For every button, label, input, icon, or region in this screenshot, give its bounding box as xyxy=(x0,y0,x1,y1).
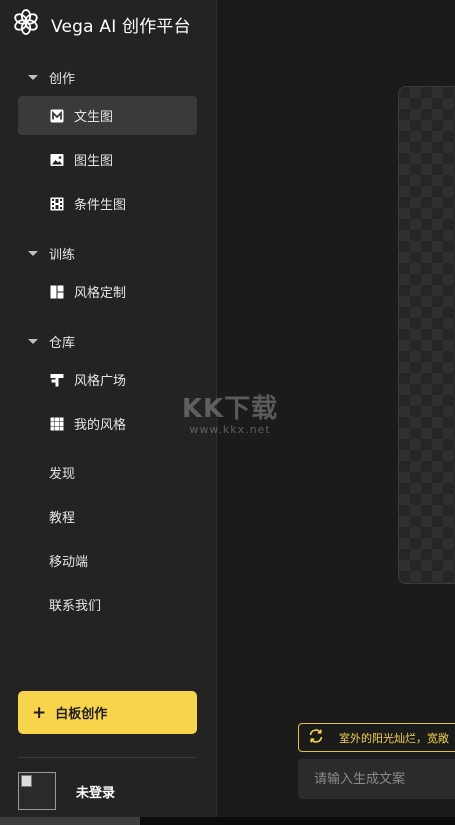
sidebar-item-image-to-image[interactable]: 图生图 xyxy=(18,140,197,179)
broken-image-icon xyxy=(21,775,32,787)
caret-down-icon xyxy=(28,75,38,80)
nav-link-mobile[interactable]: 移动端 xyxy=(49,551,88,570)
image-canvas[interactable] xyxy=(398,86,455,584)
sidebar-item-label: 风格广场 xyxy=(74,374,127,389)
whiteboard-button-label: 白板创作 xyxy=(55,707,108,722)
sidebar-item-label: 我的风格 xyxy=(74,418,127,433)
sidebar: Vega AI 创作平台 创作 文生图 图生图 条件生图 训练 风格定制 仓库 … xyxy=(0,0,217,825)
sidebar-item-conditional-image[interactable]: 条件生图 xyxy=(18,184,197,223)
divider xyxy=(18,757,197,758)
caret-down-icon xyxy=(28,339,38,344)
app-header[interactable]: Vega AI 创作平台 xyxy=(12,8,191,40)
nav-link-tutorial[interactable]: 教程 xyxy=(49,507,75,526)
sidebar-item-label: 风格定制 xyxy=(74,286,127,301)
section-train-header[interactable]: 训练 xyxy=(28,244,75,263)
app-title: Vega AI 创作平台 xyxy=(51,16,191,37)
sidebar-item-label: 图生图 xyxy=(74,154,114,169)
sidebar-item-my-styles[interactable]: 我的风格 xyxy=(18,404,197,443)
sidebar-item-style-plaza[interactable]: 风格广场 xyxy=(18,360,197,399)
horizontal-scrollbar-thumb[interactable] xyxy=(0,817,140,825)
prompt-input[interactable] xyxy=(298,759,455,799)
signpost-icon xyxy=(50,373,64,387)
grid-icon xyxy=(50,417,64,431)
plus-icon: + xyxy=(32,702,47,723)
suggestion-text: 室外的阳光灿烂，宽敞 xyxy=(339,731,449,745)
text-to-image-icon xyxy=(50,109,64,123)
section-label: 创作 xyxy=(49,72,76,87)
sidebar-item-style-custom[interactable]: 风格定制 xyxy=(18,272,197,311)
section-repo-header[interactable]: 仓库 xyxy=(28,332,75,351)
sidebar-item-text-to-image[interactable]: 文生图 xyxy=(18,96,197,135)
layout-icon xyxy=(50,285,64,299)
prompt-suggestion[interactable]: 室外的阳光灿烂，宽敞 xyxy=(298,723,455,752)
login-status[interactable]: 未登录 xyxy=(76,782,115,801)
sidebar-item-label: 文生图 xyxy=(74,110,114,125)
nav-link-discover[interactable]: 发现 xyxy=(49,463,75,482)
grid-film-icon xyxy=(50,197,64,211)
refresh-icon[interactable] xyxy=(307,727,325,749)
avatar[interactable] xyxy=(18,772,56,810)
section-create-header[interactable]: 创作 xyxy=(28,68,75,87)
horizontal-scrollbar-track xyxy=(140,817,455,825)
whiteboard-create-button[interactable]: + 白板创作 xyxy=(18,691,197,734)
flower-logo-icon xyxy=(12,8,40,40)
nav-link-contact[interactable]: 联系我们 xyxy=(49,595,101,614)
caret-down-icon xyxy=(28,251,38,256)
image-icon xyxy=(50,153,64,167)
sidebar-item-label: 条件生图 xyxy=(74,198,127,213)
section-label: 仓库 xyxy=(49,336,76,351)
section-label: 训练 xyxy=(49,248,76,263)
